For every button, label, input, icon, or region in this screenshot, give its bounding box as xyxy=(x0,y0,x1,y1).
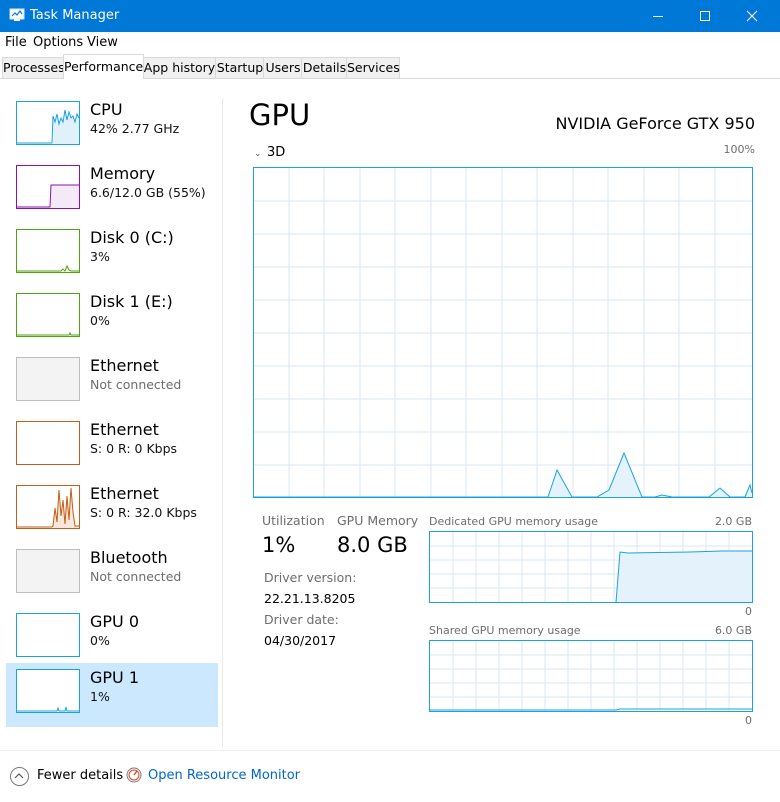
shared-memory-max: 6.0 GB xyxy=(714,624,752,637)
page-title: GPU xyxy=(249,98,311,132)
sidebar-item-memory[interactable]: Memory 6.6/12.0 GB (55%) xyxy=(6,159,218,223)
driver-date-value: 04/30/2017 xyxy=(264,633,337,648)
sidebar-ethernet-3-value: S: 0 R: 32.0 Kbps xyxy=(90,505,197,520)
sidebar-bluetooth-status: Not connected xyxy=(90,569,182,584)
sidebar-gpu-0-value: 0% xyxy=(90,633,110,648)
sidebar-disk-1-label: Disk 1 (E:) xyxy=(90,292,173,311)
engine-label: 3D xyxy=(267,145,286,160)
dedicated-memory-label: Dedicated GPU memory usage xyxy=(429,515,598,528)
sidebar-ethernet-1-status: Not connected xyxy=(90,377,182,392)
sidebar-gpu-1-label: GPU 1 xyxy=(90,668,140,687)
task-manager-icon xyxy=(9,8,25,21)
shared-memory-graph xyxy=(429,640,753,712)
chevron-up-icon xyxy=(14,773,24,779)
driver-version-label: Driver version: xyxy=(264,570,357,585)
sidebar-item-disk-0[interactable]: Disk 0 (C:) 3% xyxy=(6,223,218,287)
footer: Fewer details Open Resource Monitor xyxy=(0,756,780,802)
sidebar-memory-label: Memory xyxy=(90,164,156,183)
graph-max-label: 100% xyxy=(723,143,755,156)
resource-monitor-icon xyxy=(126,767,142,783)
sidebar-item-bluetooth[interactable]: Bluetooth Not connected xyxy=(6,543,218,607)
ethernet-3-thumbnail-graph xyxy=(16,485,80,529)
sidebar-disk-0-value: 3% xyxy=(90,249,110,264)
utilization-value: 1% xyxy=(262,533,296,557)
minimize-button[interactable] xyxy=(635,0,681,32)
gpu-1-thumbnail-graph xyxy=(16,669,80,713)
open-resource-monitor-link[interactable]: Open Resource Monitor xyxy=(148,768,300,783)
driver-version-value: 22.21.13.8205 xyxy=(264,591,356,606)
gpu-3d-utilization-graph xyxy=(253,167,753,498)
engine-selector[interactable]: ⌄ 3D xyxy=(254,145,285,160)
ethernet-2-thumbnail-graph xyxy=(16,421,80,465)
shared-memory-min: 0 xyxy=(745,714,752,727)
menu-view[interactable]: View xyxy=(87,35,118,50)
tab-details[interactable]: Details xyxy=(301,57,348,78)
sidebar-cpu-label: CPU xyxy=(90,100,123,119)
gpu-memory-value: 8.0 GB xyxy=(337,533,408,557)
menu-file[interactable]: File xyxy=(5,35,27,50)
sidebar-gpu-0-label: GPU 0 xyxy=(90,612,140,631)
sidebar-item-ethernet-3[interactable]: Ethernet S: 0 R: 32.0 Kbps xyxy=(6,479,218,543)
fewer-details-button[interactable]: Fewer details xyxy=(37,768,123,783)
sidebar-item-cpu[interactable]: CPU 42% 2.77 GHz xyxy=(6,95,218,159)
sidebar-disk-1-value: 0% xyxy=(90,313,110,328)
bluetooth-thumbnail-graph xyxy=(16,549,80,593)
tab-app-history[interactable]: App history xyxy=(142,57,217,78)
disk-0-thumbnail-graph xyxy=(16,229,80,273)
window-title: Task Manager xyxy=(30,8,120,23)
fewer-details-toggle[interactable] xyxy=(10,767,29,786)
tab-bar: Processes Performance App history Startu… xyxy=(0,54,780,79)
sidebar-memory-value: 6.6/12.0 GB (55%) xyxy=(90,185,206,200)
utilization-label: Utilization xyxy=(262,513,325,528)
tab-performance[interactable]: Performance xyxy=(63,54,144,79)
sidebar-item-gpu-0[interactable]: GPU 0 0% xyxy=(6,607,218,671)
sidebar-ethernet-3-label: Ethernet xyxy=(90,484,159,503)
sidebar-item-gpu-1[interactable]: GPU 1 1% xyxy=(6,663,218,727)
tab-startup[interactable]: Startup xyxy=(215,57,265,78)
footer-divider xyxy=(0,750,780,751)
memory-thumbnail-graph xyxy=(16,165,80,209)
sidebar-ethernet-1-label: Ethernet xyxy=(90,356,159,375)
sidebar-ethernet-2-value: S: 0 R: 0 Kbps xyxy=(90,441,178,456)
menu-bar: File Options View xyxy=(0,32,780,54)
resource-sidebar: CPU 42% 2.77 GHz Memory 6.6/12.0 GB (55%… xyxy=(0,79,222,749)
sidebar-item-ethernet-2[interactable]: Ethernet S: 0 R: 0 Kbps xyxy=(6,415,218,479)
ethernet-1-thumbnail-graph xyxy=(16,357,80,401)
maximize-icon xyxy=(700,11,710,21)
sidebar-divider xyxy=(222,98,223,746)
tab-processes[interactable]: Processes xyxy=(2,57,65,78)
dedicated-memory-max: 2.0 GB xyxy=(714,515,752,528)
gpu-0-thumbnail-graph xyxy=(16,613,80,657)
disk-1-thumbnail-graph xyxy=(16,293,80,337)
chevron-down-icon: ⌄ xyxy=(254,149,262,159)
gpu-device-name: NVIDIA GeForce GTX 950 xyxy=(555,114,755,133)
tab-users[interactable]: Users xyxy=(263,57,303,78)
sidebar-ethernet-2-label: Ethernet xyxy=(90,420,159,439)
shared-memory-label: Shared GPU memory usage xyxy=(429,624,581,637)
close-icon xyxy=(746,10,758,22)
driver-date-label: Driver date: xyxy=(264,612,339,627)
minimize-icon xyxy=(653,16,663,17)
cpu-thumbnail-graph xyxy=(16,101,80,145)
gpu-memory-label: GPU Memory xyxy=(337,513,419,528)
maximize-button[interactable] xyxy=(682,0,728,32)
close-button[interactable] xyxy=(729,0,775,32)
sidebar-disk-0-label: Disk 0 (C:) xyxy=(90,228,174,247)
menu-options[interactable]: Options xyxy=(33,35,83,50)
dedicated-memory-min: 0 xyxy=(745,605,752,618)
sidebar-item-ethernet-1[interactable]: Ethernet Not connected xyxy=(6,351,218,415)
dedicated-memory-graph xyxy=(429,531,753,603)
sidebar-cpu-value: 42% 2.77 GHz xyxy=(90,121,180,136)
tab-services[interactable]: Services xyxy=(346,57,400,78)
title-bar[interactable]: Task Manager xyxy=(0,0,780,32)
sidebar-bluetooth-label: Bluetooth xyxy=(90,548,168,567)
sidebar-item-disk-1[interactable]: Disk 1 (E:) 0% xyxy=(6,287,218,351)
sidebar-gpu-1-value: 1% xyxy=(90,689,110,704)
